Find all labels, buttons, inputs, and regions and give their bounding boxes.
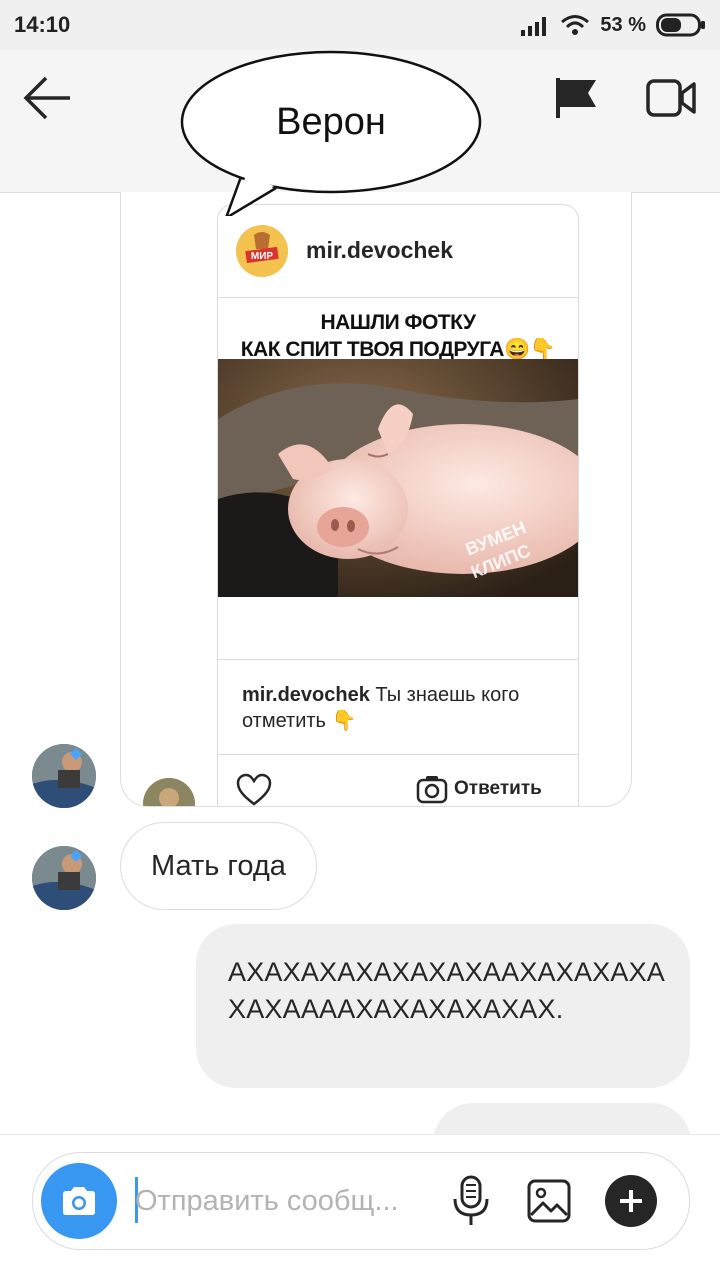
svg-text:МИР: МИР [251, 251, 274, 262]
chat-title: Верон [276, 101, 386, 143]
gallery-icon[interactable] [527, 1179, 571, 1223]
battery-icon [656, 13, 705, 37]
message-received[interactable]: Мать года [120, 822, 317, 910]
post-header: МИР mir.devochek [218, 205, 578, 298]
arrow-left-icon[interactable] [22, 72, 74, 124]
heart-icon[interactable] [236, 773, 272, 807]
post-caption-username[interactable]: mir.devochek [242, 684, 370, 706]
post-caption: mir.devochek Ты знаешь кого отметить 👇 [218, 659, 578, 755]
reply-label[interactable]: Ответить [454, 778, 542, 800]
signal-icon [521, 17, 547, 36]
plus-icon [620, 1190, 642, 1212]
microphone-icon[interactable] [451, 1175, 491, 1227]
message-sent[interactable]: АХАХАХАХАХАХАХААХАХАХАХАХАХААААХАХАХАХАХ… [196, 924, 690, 1088]
post-headline: НАШЛИ ФОТКУ КАК СПИТ ТВОЯ ПОДРУГА😄👇 [218, 309, 578, 363]
battery-percent: 53 % [600, 13, 646, 36]
status-time: 14:10 [14, 12, 71, 37]
camera-icon [63, 1187, 95, 1215]
camera-icon [416, 776, 448, 804]
post-actions: Ответить [218, 755, 578, 807]
shared-post-message[interactable]: МИР mir.devochek НАШЛИ ФОТКУ КАК СПИТ ТВ… [120, 192, 632, 807]
chat-title-bubble[interactable]: Верон [180, 26, 482, 216]
add-button[interactable] [605, 1175, 657, 1227]
post-author-avatar[interactable]: МИР [236, 225, 288, 277]
post-username[interactable]: mir.devochek [306, 237, 453, 264]
status-icons: 53 % [520, 10, 706, 40]
wifi-icon [561, 15, 590, 35]
camera-button[interactable] [41, 1163, 117, 1239]
reply-button[interactable]: Ответить [416, 771, 542, 806]
contact-avatar[interactable] [32, 846, 96, 910]
flag-icon[interactable] [553, 75, 599, 121]
post-card[interactable]: МИР mir.devochek НАШЛИ ФОТКУ КАК СПИТ ТВ… [217, 204, 579, 807]
contact-avatar[interactable] [32, 744, 96, 808]
sender-avatar-small [143, 778, 195, 806]
message-text: АХАХАХАХАХАХАХААХАХАХАХАХАХААААХАХАХАХАХ… [228, 957, 666, 1024]
message-composer [32, 1152, 690, 1250]
post-caption-text: mir.devochek Ты знаешь кого отметить 👇 [242, 682, 562, 734]
video-camera-icon[interactable] [645, 75, 697, 121]
message-text: Мать года [151, 849, 286, 882]
pig-photo[interactable]: ВУМЕН КЛИПС [218, 359, 578, 597]
post-headline-line1: НАШЛИ ФОТКУ [320, 311, 476, 334]
message-input[interactable] [135, 1173, 425, 1229]
